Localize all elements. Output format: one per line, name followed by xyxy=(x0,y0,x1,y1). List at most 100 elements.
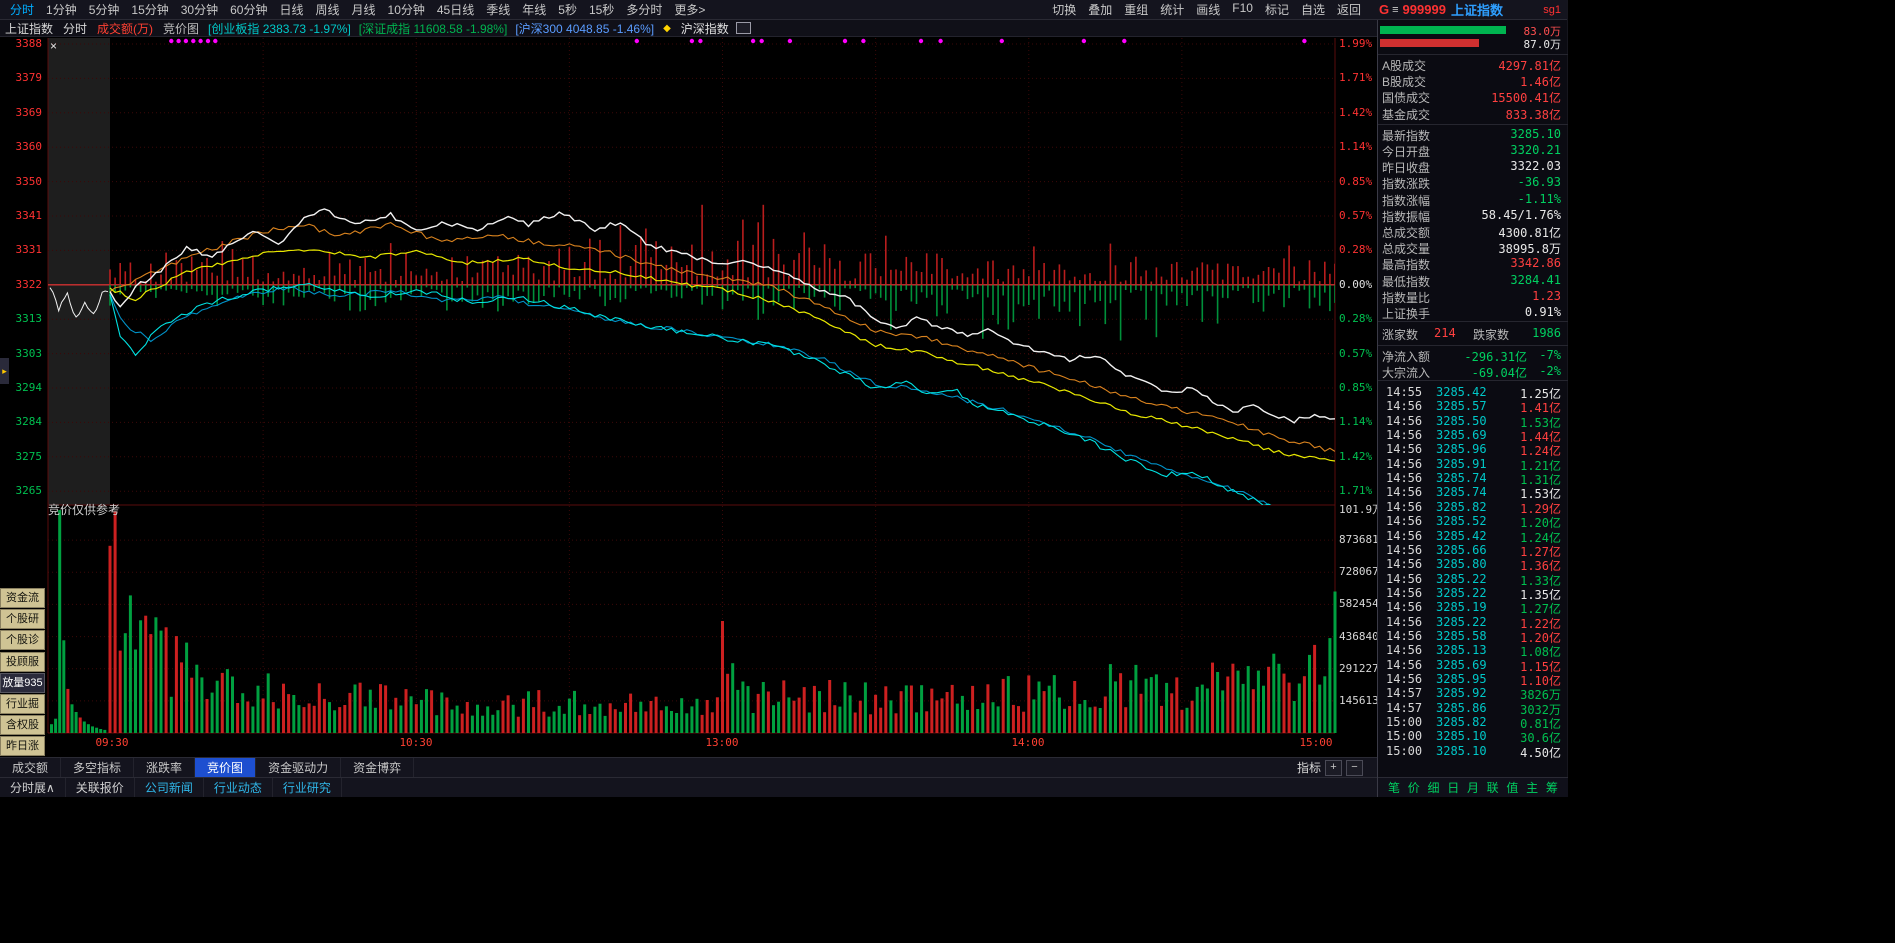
tab-多空指标[interactable]: 多空指标 xyxy=(61,758,135,777)
popout-window-icon[interactable] xyxy=(735,22,751,34)
tab-行业动态[interactable]: 行业动态 xyxy=(204,778,273,797)
tick-cell: 14:56 xyxy=(1386,657,1423,672)
overlay-quote: [深证成指 11608.58 -1.98%] xyxy=(358,21,508,36)
menu-item-周线[interactable]: 周线 xyxy=(309,1,345,18)
menu-item-年线[interactable]: 年线 xyxy=(516,1,552,18)
menu-item-15分钟[interactable]: 15分钟 xyxy=(125,1,174,18)
panel-footer-tab-值[interactable]: 值 xyxy=(1506,779,1518,796)
app-window: 3388 3379 3369 3360 3350 3341 3331 3322 3313 3303… xyxy=(0,0,1568,797)
menu-item-30分钟[interactable]: 30分钟 xyxy=(175,1,224,18)
tab-成交额[interactable]: 成交额 xyxy=(0,758,62,777)
tab-资金博弈[interactable]: 资金博弈 xyxy=(341,758,415,777)
toolbar-item-切换[interactable]: 切换 xyxy=(1046,1,1082,18)
sidebar-button-资金流向[interactable]: 资金流向 xyxy=(0,588,45,622)
tick-cell: 3285.66 xyxy=(1436,542,1487,557)
menu-item-5分钟[interactable]: 5分钟 xyxy=(83,1,126,18)
menu-item-季线[interactable]: 季线 xyxy=(480,1,516,18)
panel-footer-tab-细[interactable]: 细 xyxy=(1427,779,1439,796)
tick-cell: 14:56 xyxy=(1386,528,1423,543)
add-indicator-button[interactable]: + xyxy=(1325,759,1342,776)
menu-item-1分钟[interactable]: 1分钟 xyxy=(40,1,83,18)
tick-cell: 14:56 xyxy=(1386,614,1423,629)
sidebar-button-个股研报[interactable]: 个股研报 xyxy=(0,609,45,643)
sidebar-button-昨日涨停[interactable]: 昨日涨停 xyxy=(0,736,45,770)
indicator-tab-tools: 指标 + − xyxy=(1297,759,1377,776)
menu-item-60分钟[interactable]: 60分钟 xyxy=(224,1,273,18)
tab-资金驱动力[interactable]: 资金驱动力 xyxy=(256,758,342,777)
toolbar-item-返回[interactable]: 返回 xyxy=(1331,1,1367,18)
expand-arrow-icon[interactable]: ▸ xyxy=(0,358,9,384)
tick-cell: 14:56 xyxy=(1386,600,1423,615)
quote-value-基金成交: 833.38亿 xyxy=(1505,107,1561,122)
panel-footer-tab-价[interactable]: 价 xyxy=(1408,779,1420,796)
down-count-label: 跌家数 xyxy=(1473,328,1510,342)
sidebar-button-行业掘金[interactable]: 行业掘金 xyxy=(0,694,45,728)
menu-item-日线[interactable]: 日线 xyxy=(273,1,309,18)
quote-label-昨日收盘: 昨日收盘 xyxy=(1382,161,1431,176)
menu-item-分时[interactable]: 分时 xyxy=(4,1,40,18)
sidebar-button-放量935[interactable]: 放量935 xyxy=(0,672,45,693)
tick-cell: 3285.22 xyxy=(1436,571,1487,586)
indicator-tabs: 成交额 多空指标 涨跌率 竞价图 资金驱动力 资金博弈 xyxy=(0,758,415,777)
tick-cell: 14:56 xyxy=(1386,428,1423,443)
panel-footer-tab-主[interactable]: 主 xyxy=(1526,779,1538,796)
menu-item-更多>[interactable]: 更多> xyxy=(668,1,711,18)
toolbar-item-自选[interactable]: 自选 xyxy=(1295,1,1331,18)
close-icon[interactable]: × xyxy=(50,40,57,52)
intraday-chart xyxy=(47,38,1337,734)
menu-item-5秒[interactable]: 5秒 xyxy=(552,1,583,18)
tab-行业研究[interactable]: 行业研究 xyxy=(273,778,342,797)
tab-涨跌率[interactable]: 涨跌率 xyxy=(134,758,196,777)
tab-公司新闻[interactable]: 公司新闻 xyxy=(135,778,204,797)
menu-item-月线[interactable]: 月线 xyxy=(346,1,382,18)
panel-footer-tab-月[interactable]: 月 xyxy=(1467,779,1479,796)
menu-item-10分钟[interactable]: 10分钟 xyxy=(382,1,431,18)
menu-item-45日线[interactable]: 45日线 xyxy=(431,1,480,18)
tick-cell: 3285.91 xyxy=(1436,456,1487,471)
menu-item-多分时[interactable]: 多分时 xyxy=(620,1,668,18)
tab-竞价图[interactable]: 竞价图 xyxy=(195,758,257,777)
quote-panel: 83.0万 87.0万 A股成交 4297.81亿 B股成交 1.46亿 国债成交 155… xyxy=(1377,20,1568,797)
flow-value: -296.31亿 xyxy=(1464,350,1527,364)
toolbar-item-叠加[interactable]: 叠加 xyxy=(1082,1,1118,18)
tab-关联报价[interactable]: 关联报价 xyxy=(66,778,135,797)
quote-label-国债成交: 国债成交 xyxy=(1382,91,1431,106)
sidebar-button-个股诊断[interactable]: 个股诊断 xyxy=(0,630,45,664)
quote-value-最低指数: 3284.41 xyxy=(1510,272,1561,287)
panel-footer-tab-日[interactable]: 日 xyxy=(1447,779,1459,796)
panel-footer-tab-筹[interactable]: 筹 xyxy=(1546,779,1558,796)
remove-indicator-button[interactable]: − xyxy=(1346,759,1363,776)
tab-分时展∧[interactable]: 分时展∧ xyxy=(0,778,66,797)
info-view-label[interactable]: 竞价图 xyxy=(163,20,199,37)
tick-cell: 14:56 xyxy=(1386,585,1423,600)
toolbar-item-F10[interactable]: F10 xyxy=(1226,1,1259,18)
menu-item-15秒[interactable]: 15秒 xyxy=(583,1,620,18)
tick-cell: 3285.50 xyxy=(1436,413,1487,428)
tick-cell: 3285.22 xyxy=(1436,614,1487,629)
toolbar-item-重组[interactable]: 重组 xyxy=(1118,1,1154,18)
quote-value-指数振幅: 58.45/1.76% xyxy=(1481,207,1561,222)
panel-footer-tab-联[interactable]: 联 xyxy=(1487,779,1499,796)
toolbar-item-画线[interactable]: 画线 xyxy=(1190,1,1226,18)
indicator-label[interactable]: 指标 xyxy=(1297,759,1321,776)
info-period-label: 分时 xyxy=(63,21,88,36)
flow-percent: -7% xyxy=(1539,348,1561,362)
toolbar-item-标记[interactable]: 标记 xyxy=(1259,1,1295,18)
overlay-quote: [创业板指 2383.73 -1.97%] xyxy=(208,21,351,36)
menu-icon[interactable]: ≡ xyxy=(1392,4,1398,16)
tick-cell: 3285.80 xyxy=(1436,557,1487,572)
quote-value-总成交额: 4300.81亿 xyxy=(1498,226,1561,240)
tick-cell: 14:56 xyxy=(1386,628,1423,643)
logo-badge: G xyxy=(1379,2,1390,17)
tick-cell: 3285.69 xyxy=(1436,657,1487,672)
tick-cell: 14:57 xyxy=(1386,700,1423,715)
panel-footer-tab-笔[interactable]: 笔 xyxy=(1388,779,1400,796)
sidebar-button-投顾服务[interactable]: 投顾服务 xyxy=(0,651,45,686)
tick-cell: 3285.74 xyxy=(1436,471,1487,486)
tick-cell: 14:57 xyxy=(1386,686,1423,701)
toolbar-item-统计[interactable]: 统计 xyxy=(1154,1,1190,18)
tick-cell: 3285.82 xyxy=(1436,715,1487,730)
sidebar-button-含权股[interactable]: 含权股 xyxy=(0,715,45,736)
quote-value-总成交量: 38995.8万 xyxy=(1498,242,1561,257)
overlay-group-label[interactable]: 沪深指数 xyxy=(681,20,729,37)
